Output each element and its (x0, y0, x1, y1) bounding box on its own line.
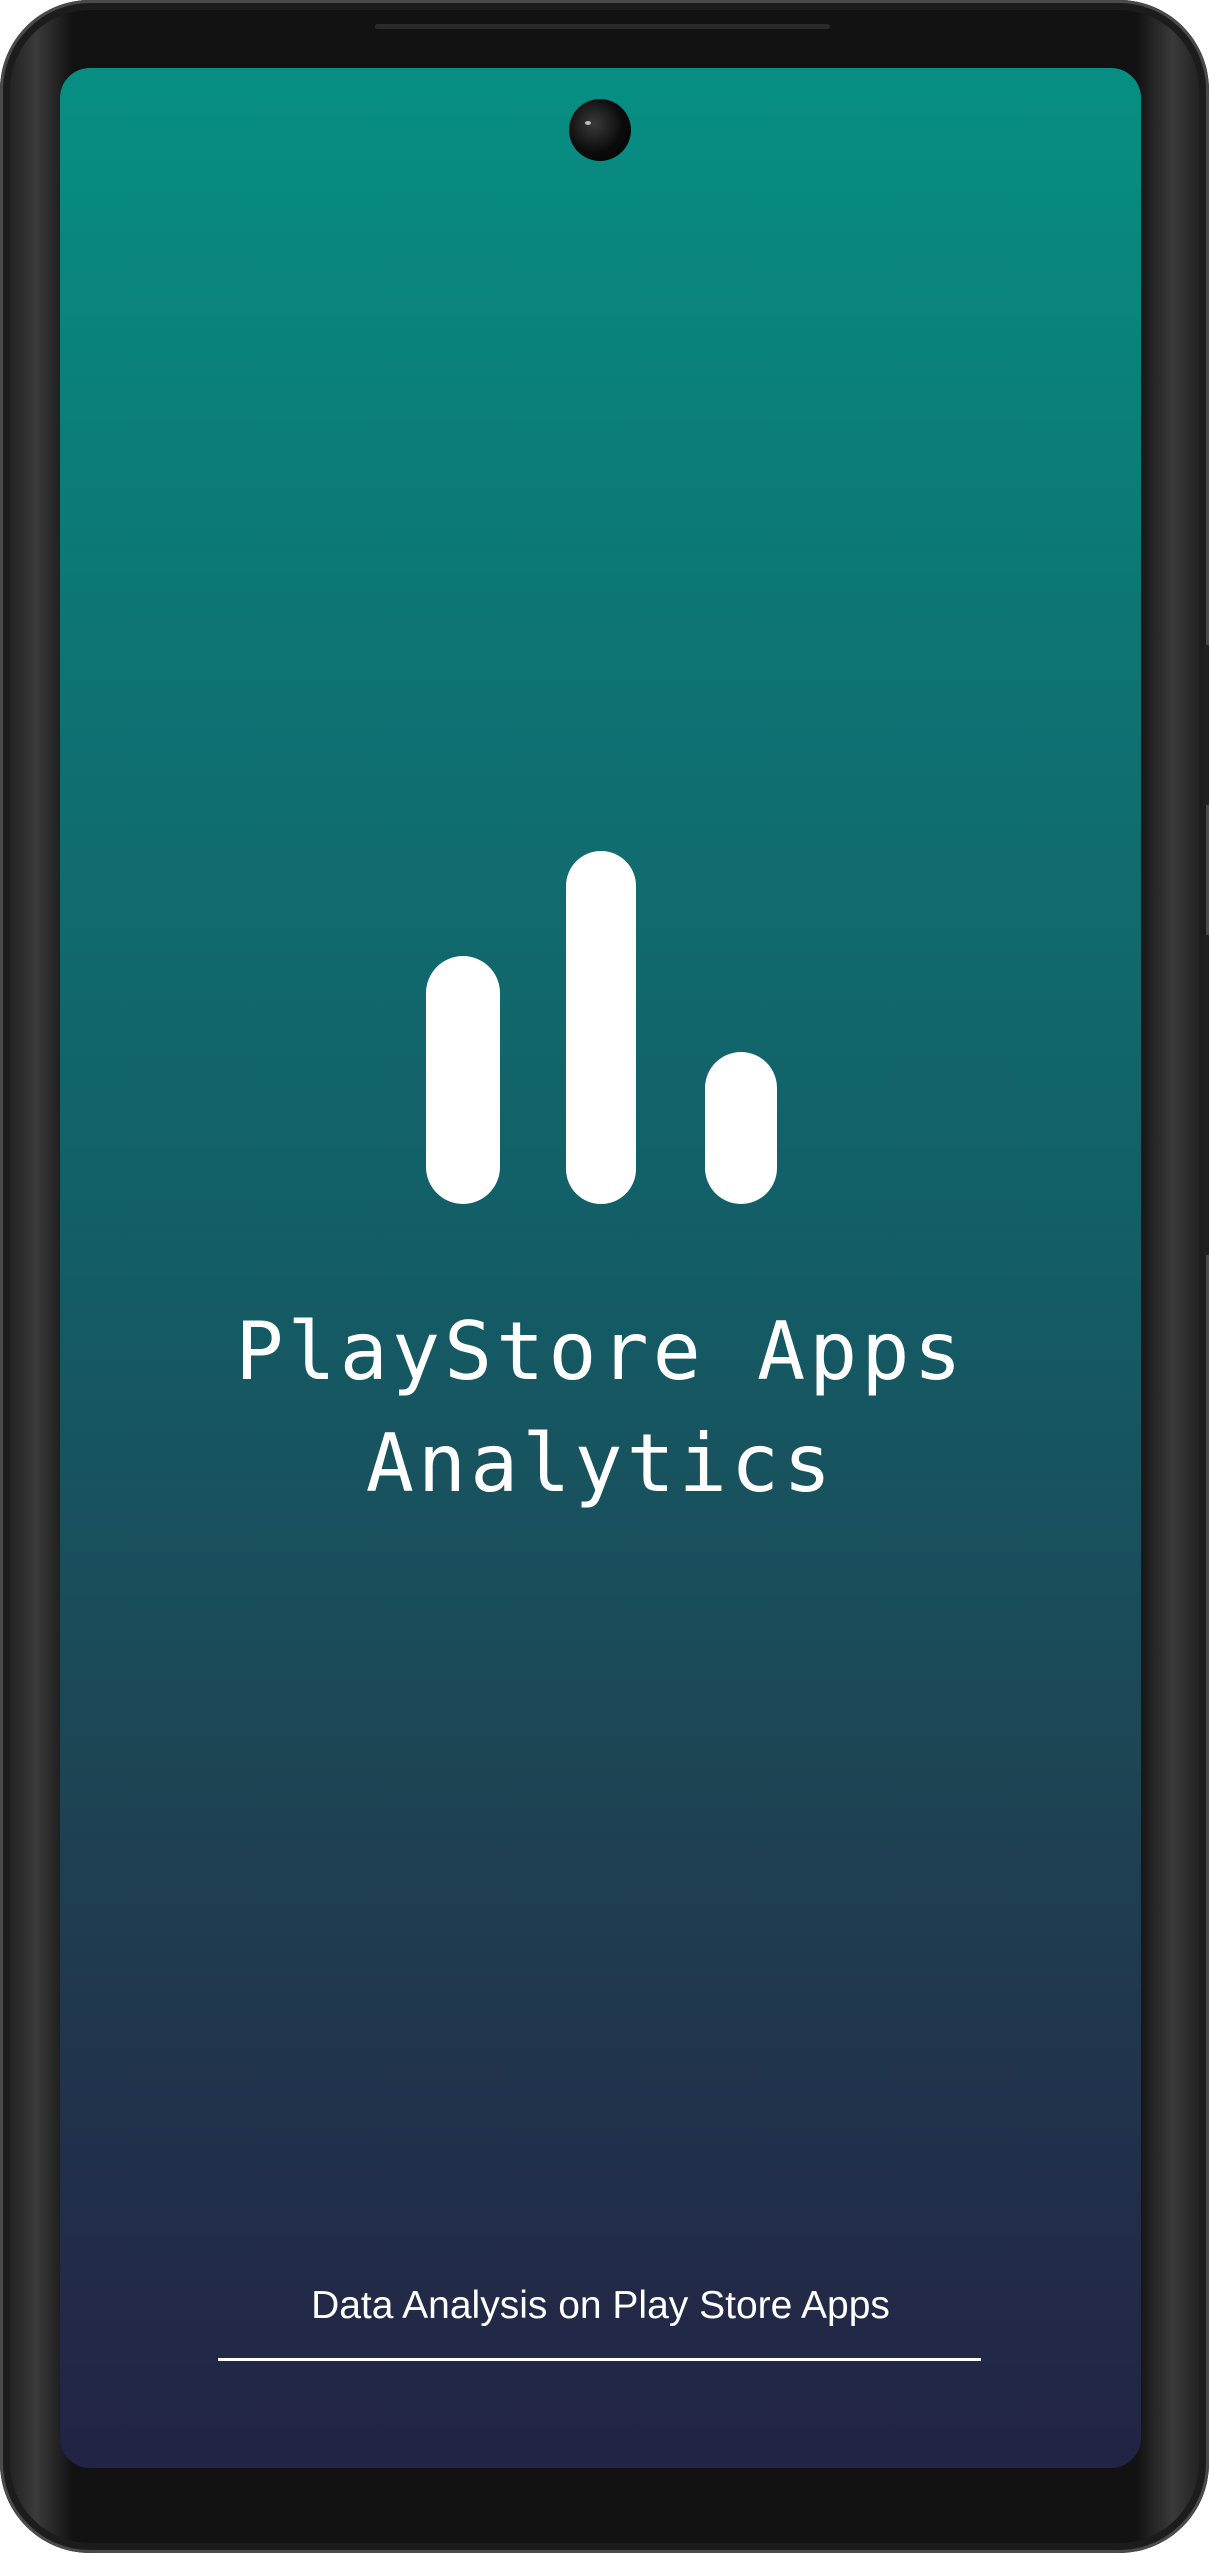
app-title-line2: Analytics (365, 1417, 836, 1510)
tagline-underline (218, 2358, 981, 2361)
splash-screen: PlayStore Apps Analytics Data Analysis o… (60, 68, 1141, 2468)
phone-frame: PlayStore Apps Analytics Data Analysis o… (0, 0, 1209, 2553)
volume-button (1203, 935, 1209, 1255)
logo-bar-left (426, 956, 500, 1204)
speaker-slot (375, 24, 830, 29)
app-title-line1: PlayStore Apps (235, 1305, 966, 1398)
logo-bar-right (705, 1052, 777, 1204)
bar-chart-icon (60, 68, 1141, 1268)
tagline: Data Analysis on Play Store Apps (311, 2284, 890, 2327)
app-title: PlayStore Apps Analytics (60, 1296, 1141, 1520)
logo-bar-middle (566, 851, 636, 1204)
power-button (1203, 645, 1209, 805)
